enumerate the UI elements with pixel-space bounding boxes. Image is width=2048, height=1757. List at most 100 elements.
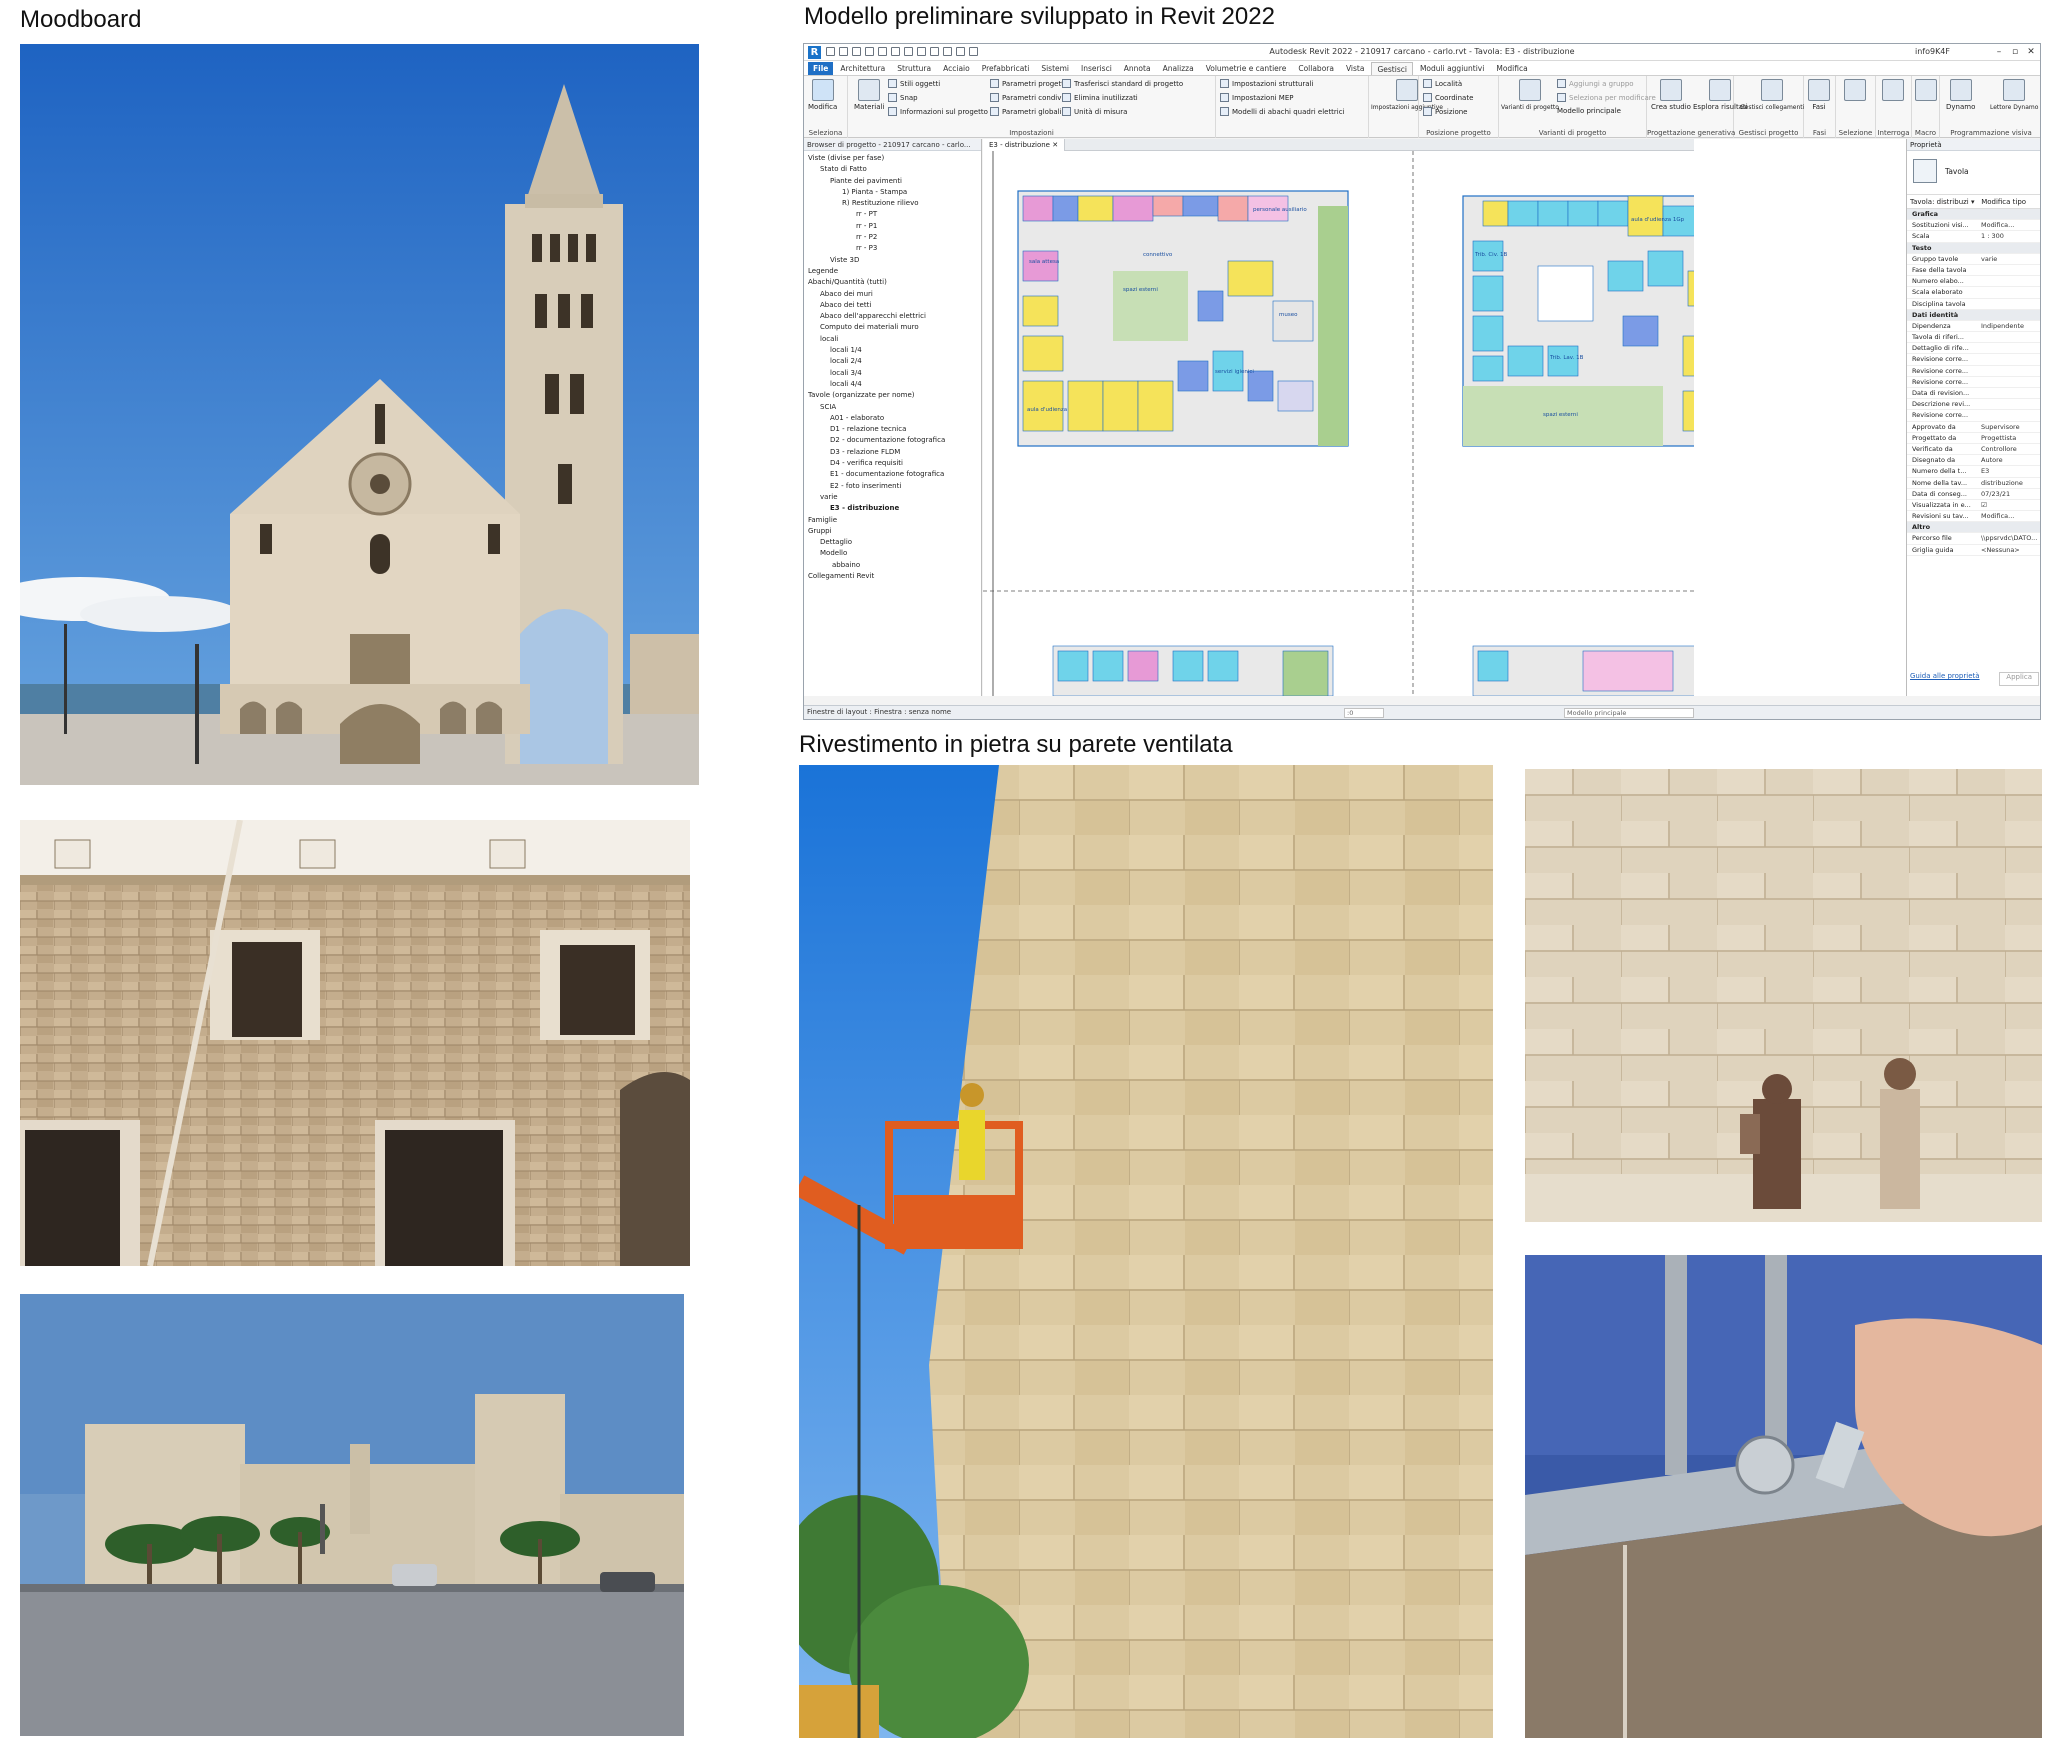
modify-button[interactable]: Modifica (808, 79, 837, 111)
tree-item[interactable]: locali (806, 334, 981, 345)
selection-button[interactable] (1844, 79, 1866, 103)
project-info-button[interactable]: Informazioni sul progetto (888, 107, 988, 116)
tree-item[interactable]: locali 1/4 (806, 345, 981, 356)
structural-settings-button[interactable]: Impostazioni strutturali (1220, 79, 1314, 88)
manage-links-button[interactable]: Gestisci collegamenti (1740, 79, 1804, 111)
tree-item[interactable]: D1 - relazione tecnica (806, 424, 981, 435)
tree-item[interactable]: R) Restituzione rilievo (806, 198, 981, 209)
property-value[interactable] (1981, 299, 2040, 309)
tree-item[interactable]: Abachi/Quantità (tutti) (806, 277, 981, 288)
tree-item[interactable]: Modello (806, 548, 981, 559)
tree-item[interactable]: E2 - foto inserimenti (806, 481, 981, 492)
tree-item[interactable]: D3 - relazione FLDM (806, 447, 981, 458)
tree-item[interactable]: Legende (806, 266, 981, 277)
position-button[interactable]: Posizione (1423, 107, 1468, 116)
property-value[interactable] (1981, 377, 2040, 387)
tree-item[interactable]: locali 3/4 (806, 368, 981, 379)
property-value[interactable]: Controllore (1981, 444, 2040, 454)
property-row[interactable]: Revisione corre... (1907, 354, 2040, 366)
view-tab-e3[interactable]: E3 - distribuzione ✕ (983, 139, 1066, 151)
apply-button[interactable]: Applica (1999, 672, 2039, 686)
tab-collabora[interactable]: Collabora (1293, 62, 1339, 75)
tab-sistemi[interactable]: Sistemi (1036, 62, 1074, 75)
property-value[interactable]: Modifica... (1981, 220, 2040, 230)
tree-item-selected[interactable]: E3 - distribuzione (806, 503, 981, 514)
property-value[interactable] (1981, 287, 2040, 297)
property-row[interactable]: Revisioni su tav... Modifica... (1907, 511, 2040, 523)
property-value[interactable]: Modifica... (1981, 511, 2040, 521)
main-model-select[interactable]: Modello principale (1557, 107, 1621, 115)
tab-inserisci[interactable]: Inserisci (1076, 62, 1117, 75)
maximize-button[interactable]: ▫ (2008, 46, 2022, 58)
tree-item[interactable]: Famiglie (806, 515, 981, 526)
property-row[interactable]: Revisione corre... (1907, 377, 2040, 388)
property-value[interactable] (1981, 265, 2040, 275)
pick-to-edit-button[interactable]: Seleziona per modificare (1557, 93, 1656, 102)
property-value[interactable] (1981, 388, 2040, 398)
property-value[interactable]: ☑ (1981, 500, 2040, 510)
property-row[interactable]: Disegnato da Autore (1907, 455, 2040, 467)
property-row[interactable]: Sostituzioni visi... Modifica... (1907, 220, 2040, 232)
minimize-button[interactable]: – (1992, 46, 2006, 58)
property-value[interactable]: varie (1981, 254, 2040, 264)
property-value[interactable]: Autore (1981, 455, 2040, 465)
tree-item[interactable]: Collegamenti Revit (806, 571, 981, 582)
property-row[interactable]: Visualizzata in e... ☑ (1907, 500, 2040, 512)
dynamo-player-button[interactable]: Lettore Dynamo (1990, 79, 2038, 111)
properties-help-link[interactable]: Guida alle proprietà (1910, 672, 1980, 686)
property-value[interactable]: Indipendente (1981, 321, 2040, 331)
property-row[interactable]: Data di revision... (1907, 388, 2040, 400)
property-row[interactable]: Dettaglio di rife... (1907, 343, 2040, 355)
tree-item[interactable]: Viste (divise per fase) (806, 153, 981, 164)
tab-prefabbricati[interactable]: Prefabbricati (977, 62, 1035, 75)
tree-item[interactable]: abbaino (806, 560, 981, 571)
property-row[interactable]: Numero della t... E3 (1907, 466, 2040, 478)
tree-item[interactable]: Gruppi (806, 526, 981, 537)
property-row[interactable]: Verificato da Controllore (1907, 444, 2040, 456)
property-row[interactable]: Fase della tavola (1907, 265, 2040, 277)
property-value[interactable] (1981, 343, 2040, 353)
tab-file[interactable]: File (808, 61, 834, 75)
tree-item[interactable]: varie (806, 492, 981, 503)
tree-item[interactable]: rr - P3 (806, 243, 981, 254)
object-styles-button[interactable]: Stili oggetti (888, 79, 940, 88)
property-value[interactable] (1981, 410, 2040, 420)
tab-volumetrie[interactable]: Volumetrie e cantiere (1201, 62, 1292, 75)
tree-item[interactable]: Abaco dei tetti (806, 300, 981, 311)
tree-item[interactable]: locali 2/4 (806, 356, 981, 367)
property-value[interactable]: 1 : 300 (1981, 231, 2040, 241)
tab-architettura[interactable]: Architettura (835, 62, 890, 75)
tab-struttura[interactable]: Struttura (892, 62, 936, 75)
property-row[interactable]: Nome della tav... distribuzione (1907, 478, 2040, 489)
type-selector[interactable]: Tavola (1907, 151, 2040, 195)
schedule-models-button[interactable]: Modelli di abachi quadri elettrici (1220, 107, 1345, 116)
property-value[interactable]: <Nessuna> (1981, 545, 2040, 555)
property-value[interactable] (1981, 399, 2040, 409)
tree-item[interactable]: Piante dei pavimenti (806, 176, 981, 187)
mep-settings-button[interactable]: Impostazioni MEP (1220, 93, 1293, 102)
tree-item[interactable]: locali 4/4 (806, 379, 981, 390)
tree-item[interactable]: Abaco dei muri (806, 289, 981, 300)
property-row[interactable]: Tavola di riferi... (1907, 332, 2040, 344)
property-row[interactable]: Revisione corre... (1907, 410, 2040, 422)
tree-item[interactable]: Stato di Fatto (806, 164, 981, 175)
property-row[interactable]: Scala elaborato (1907, 287, 2040, 299)
shared-params-button[interactable]: Parametri condivisi (990, 93, 1069, 102)
design-variants-button[interactable]: Varianti di progetto (1501, 79, 1559, 111)
transfer-standards-button[interactable]: Trasferisci standard di progetto (1062, 79, 1183, 88)
tree-item[interactable]: D4 - verifica requisiti (806, 458, 981, 469)
tree-item[interactable]: Computo dei materiali muro (806, 322, 981, 333)
property-row[interactable]: Descrizione revi... (1907, 399, 2040, 411)
property-value[interactable]: Progettista (1981, 433, 2040, 443)
property-row[interactable]: Gruppo tavole varie (1907, 254, 2040, 265)
close-button[interactable]: ✕ (2024, 46, 2038, 58)
tree-item[interactable]: A01 - elaborato (806, 413, 981, 424)
property-row[interactable]: Approvato da Supervisore (1907, 422, 2040, 433)
property-row[interactable]: Scala 1 : 300 (1907, 231, 2040, 243)
tree-item[interactable]: E1 - documentazione fotografica (806, 469, 981, 480)
tree-item[interactable]: 1) Pianta - Stampa (806, 187, 981, 198)
edit-type-button[interactable]: Modifica tipo (1981, 198, 2026, 206)
macro-button[interactable] (1915, 79, 1937, 103)
add-to-set-button[interactable]: Aggiungi a gruppo (1557, 79, 1634, 88)
tree-item[interactable]: rr - P2 (806, 232, 981, 243)
